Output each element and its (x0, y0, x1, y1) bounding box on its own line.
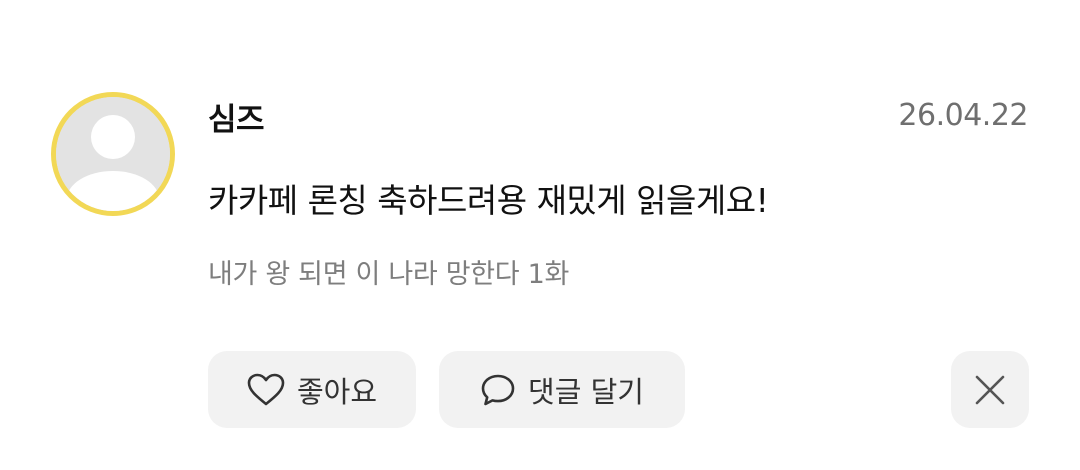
like-button[interactable]: 좋아요 (208, 351, 416, 428)
user-placeholder-icon (56, 97, 170, 211)
episode-link[interactable]: 내가 왕 되면 이 나라 망한다 1화 (208, 252, 569, 291)
like-label: 좋아요 (296, 374, 378, 409)
close-button[interactable] (951, 351, 1029, 428)
reply-label: 댓글 달기 (528, 374, 644, 409)
comment-date: 26.04.22 (898, 98, 1028, 133)
heart-outline-icon (247, 373, 285, 407)
comment-card: 심즈 26.04.22 카카페 론칭 축하드려용 재밌게 읽을게요! 내가 왕 … (0, 0, 1080, 470)
avatar[interactable] (51, 92, 175, 216)
comment-author: 심즈 (208, 102, 265, 138)
reply-button[interactable]: 댓글 달기 (439, 351, 685, 428)
comment-text: 카카페 론칭 축하드려용 재밌게 읽을게요! (208, 181, 769, 220)
speech-bubble-icon (480, 373, 516, 407)
close-icon (975, 375, 1005, 405)
